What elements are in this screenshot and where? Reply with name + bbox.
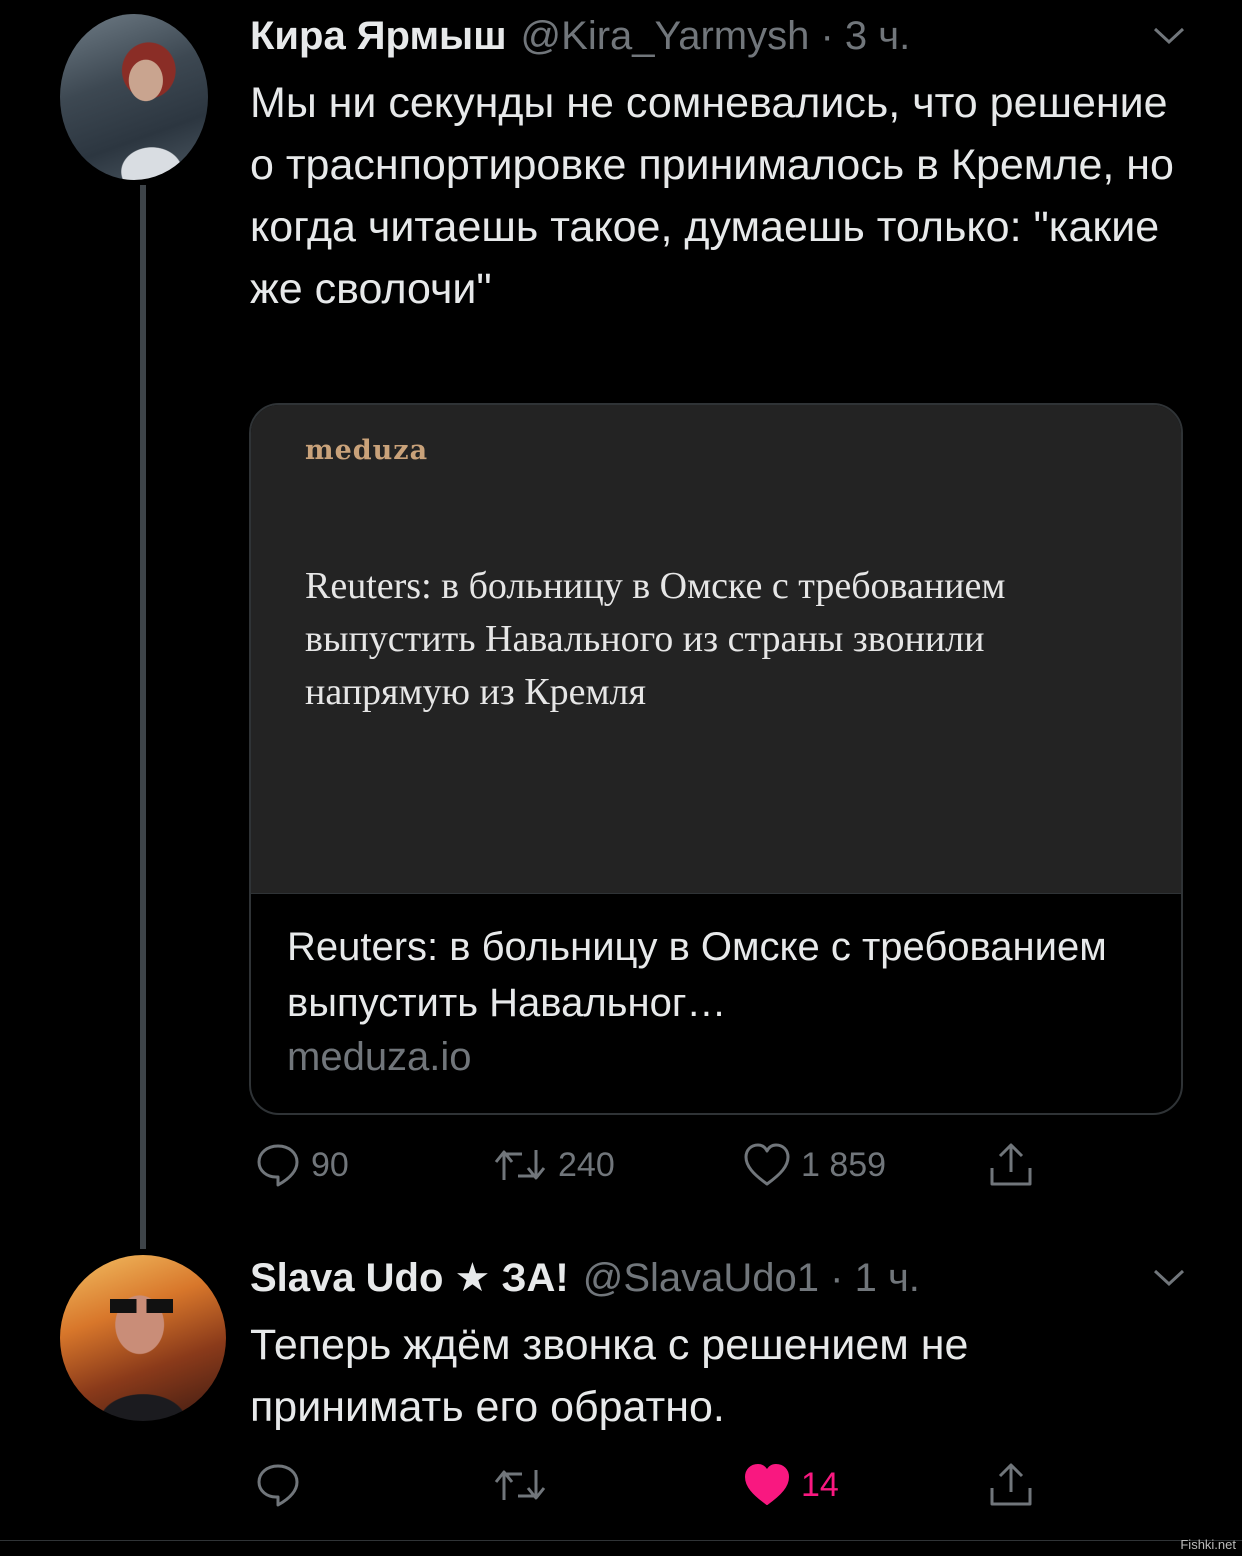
reply-tweet-header: Slava Udo ★ ЗА! @SlavaUdo1 · 1 ч. — [250, 1255, 920, 1301]
reply-author-handle-time[interactable]: @SlavaUdo1 · 1 ч. — [583, 1256, 920, 1301]
reply-button[interactable]: 90 — [255, 1142, 349, 1188]
share-icon[interactable] — [986, 1140, 1036, 1190]
retweet-count: 240 — [558, 1145, 615, 1184]
tweet-text: Мы ни секунды не сомневались, что решени… — [250, 79, 1174, 313]
retweet-button[interactable]: 240 — [492, 1142, 615, 1188]
chevron-down-icon[interactable] — [1152, 1268, 1186, 1288]
chevron-down-icon[interactable] — [1152, 26, 1186, 46]
author-name[interactable]: Кира Ярмыш — [250, 14, 507, 59]
reply-icon — [257, 1144, 299, 1187]
thread-line — [140, 185, 146, 1249]
meduza-logo: meduza — [305, 435, 429, 466]
card-domain: meduza.io — [287, 1035, 472, 1079]
heart-icon — [744, 1143, 790, 1186]
reply-count: 90 — [311, 1145, 349, 1184]
card-divider — [251, 893, 1181, 894]
author-handle-time[interactable]: @Kira_Yarmysh · 3 ч. — [521, 14, 911, 59]
reply-icon — [257, 1464, 299, 1507]
like-button-liked[interactable]: 14 — [743, 1462, 839, 1508]
retweet-icon — [494, 1150, 546, 1180]
share-icon[interactable] — [986, 1460, 1036, 1510]
author-avatar[interactable] — [60, 14, 208, 180]
divider — [0, 1540, 1242, 1541]
tweet-header: Кира Ярмыш @Kira_Yarmysh · 3 ч. — [250, 14, 910, 59]
retweet-button[interactable] — [492, 1462, 558, 1508]
heart-filled-icon — [745, 1464, 789, 1505]
link-card[interactable]: meduza Reuters: в больницу в Омске с тре… — [249, 403, 1183, 1115]
reply-button[interactable] — [255, 1462, 311, 1508]
retweet-icon — [494, 1470, 546, 1500]
card-image-headline: Reuters: в больницу в Омске с требование… — [305, 565, 1006, 713]
reply-tweet-text: Теперь ждём звонка с решением не принима… — [250, 1321, 969, 1431]
watermark: Fishki.net — [1180, 1537, 1236, 1552]
reply-author-name[interactable]: Slava Udo ★ ЗА! — [250, 1255, 569, 1301]
reply-author-avatar[interactable] — [60, 1255, 226, 1421]
card-image: meduza Reuters: в больницу в Омске с тре… — [251, 405, 1181, 893]
like-button[interactable]: 1 859 — [743, 1142, 886, 1188]
card-title: Reuters: в больницу в Омске с требование… — [287, 925, 1107, 1025]
like-count: 1 859 — [801, 1145, 887, 1184]
like-count: 14 — [801, 1465, 839, 1504]
